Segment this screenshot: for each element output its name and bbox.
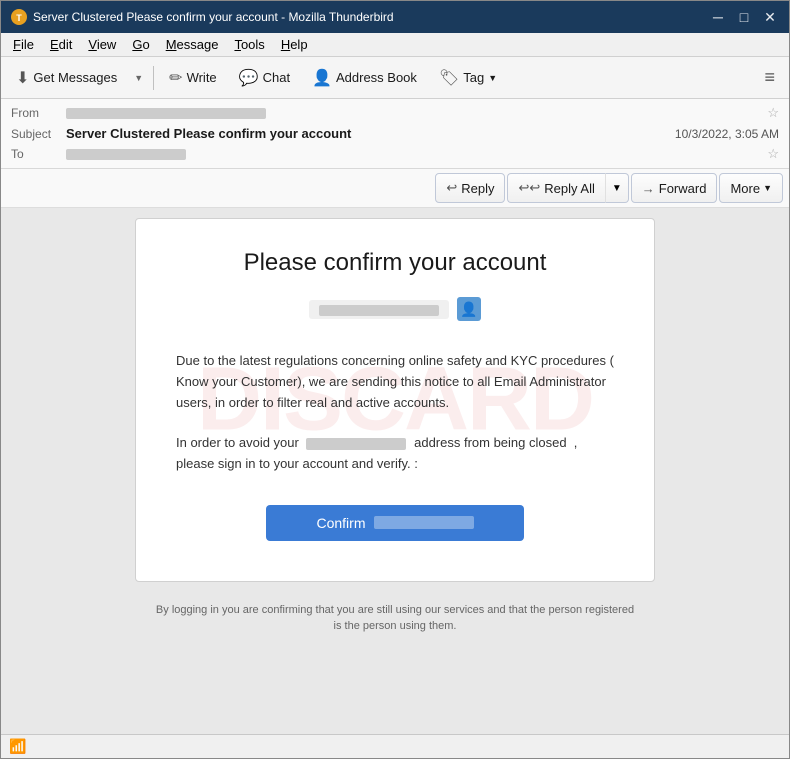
tag-dropdown-icon: ▼: [488, 73, 497, 83]
chat-icon: 💬: [239, 68, 259, 88]
reply-button[interactable]: ↩ Reply: [435, 173, 505, 203]
confirm-button[interactable]: Confirm: [266, 505, 523, 541]
reply-all-group: ↩↩ Reply All ▼: [507, 173, 628, 203]
title-bar-left: T Server Clustered Please confirm your a…: [11, 9, 394, 25]
address-book-icon: 👤: [312, 68, 332, 88]
write-button[interactable]: ✏ Write: [160, 62, 226, 94]
email-card: DISCARD Please confirm your account 👤 Du…: [135, 218, 655, 582]
email-content-area: DISCARD Please confirm your account 👤 Du…: [1, 208, 789, 734]
address-book-button[interactable]: 👤 Address Book: [303, 62, 426, 94]
app-icon: T: [11, 9, 27, 25]
to-label: To: [11, 147, 66, 161]
reply-icon: ↩: [446, 180, 457, 196]
avatar-icon: 👤: [457, 297, 481, 321]
card-title: Please confirm your account: [176, 249, 614, 277]
menu-message[interactable]: Message: [158, 35, 227, 54]
get-messages-icon: ⬇: [16, 68, 29, 88]
forward-icon: →: [642, 181, 655, 196]
body-text-1: Due to the latest regulations concerning…: [176, 351, 614, 413]
svg-text:T: T: [16, 13, 22, 23]
body-text-2-redacted: [306, 438, 406, 450]
tag-icon: 🏷: [439, 68, 459, 88]
from-redacted: [66, 108, 266, 119]
menu-tools[interactable]: Tools: [226, 35, 272, 54]
window-title: Server Clustered Please confirm your acc…: [33, 10, 394, 24]
to-row: To ☆: [11, 144, 779, 164]
address-book-label: Address Book: [336, 70, 417, 85]
to-value: [66, 147, 763, 161]
more-button[interactable]: More ▼: [719, 173, 783, 203]
window-controls: ─ □ ✕: [709, 8, 779, 26]
body-text-2-before: In order to avoid your: [176, 435, 299, 450]
forward-button[interactable]: → Forward: [631, 173, 718, 203]
subject-row: Subject Server Clustered Please confirm …: [11, 123, 779, 144]
card-email-placeholder: [309, 300, 449, 319]
email-redacted: [319, 305, 439, 316]
title-bar: T Server Clustered Please confirm your a…: [1, 1, 789, 33]
more-label: More: [730, 181, 760, 196]
close-button[interactable]: ✕: [761, 8, 779, 26]
chat-label: Chat: [263, 70, 290, 85]
reply-all-label: Reply All: [544, 181, 595, 196]
reply-all-button[interactable]: ↩↩ Reply All: [507, 173, 604, 203]
email-header: From ☆ Subject Server Clustered Please c…: [1, 99, 789, 169]
tag-button[interactable]: 🏷 Tag ▼: [430, 62, 506, 94]
card-email-row: 👤: [176, 297, 614, 321]
confirm-redacted: [374, 516, 474, 529]
menu-edit[interactable]: Edit: [42, 35, 80, 54]
reply-label: Reply: [461, 181, 494, 196]
hamburger-menu-icon[interactable]: ≡: [756, 63, 783, 92]
status-bar: 📶: [1, 734, 789, 758]
write-icon: ✏: [169, 68, 182, 88]
menu-file[interactable]: File: [5, 35, 42, 54]
footer-text: By logging in you are confirming that yo…: [135, 592, 655, 645]
confirm-btn-row: Confirm: [176, 505, 614, 541]
menu-bar: File Edit View Go Message Tools Help: [1, 33, 789, 57]
to-star-icon[interactable]: ☆: [767, 146, 779, 162]
from-star-icon[interactable]: ☆: [767, 105, 779, 121]
get-messages-button[interactable]: ⬇ Get Messages: [7, 62, 126, 94]
toolbar: ⬇ Get Messages ▼ ✏ Write 💬 Chat 👤 Addres…: [1, 57, 789, 99]
more-dropdown-icon: ▼: [763, 183, 772, 193]
to-redacted: [66, 149, 186, 160]
reply-all-icon: ↩↩: [518, 180, 540, 196]
wifi-icon: 📶: [9, 738, 26, 755]
app-window: T Server Clustered Please confirm your a…: [0, 0, 790, 759]
from-row: From ☆: [11, 103, 779, 123]
get-messages-label: Get Messages: [33, 70, 117, 85]
forward-label: Forward: [659, 181, 707, 196]
menu-go[interactable]: Go: [124, 35, 157, 54]
menu-help[interactable]: Help: [273, 35, 316, 54]
email-card-content: Please confirm your account 👤 Due to the…: [176, 249, 614, 541]
from-value: [66, 106, 763, 120]
chat-button[interactable]: 💬 Chat: [230, 62, 299, 94]
toolbar-separator-1: [153, 66, 154, 90]
write-label: Write: [187, 70, 217, 85]
reply-all-dropdown-button[interactable]: ▼: [605, 173, 629, 203]
menu-view[interactable]: View: [80, 35, 124, 54]
email-date: 10/3/2022, 3:05 AM: [675, 127, 779, 141]
minimize-button[interactable]: ─: [709, 8, 727, 26]
subject-label: Subject: [11, 127, 66, 141]
get-messages-dropdown[interactable]: ▼: [130, 68, 147, 88]
subject-value: Server Clustered Please confirm your acc…: [66, 126, 675, 141]
confirm-label: Confirm: [316, 515, 365, 531]
from-label: From: [11, 106, 66, 120]
maximize-button[interactable]: □: [735, 8, 753, 26]
body-text-2: In order to avoid your address from bein…: [176, 433, 614, 475]
action-row: ↩ Reply ↩↩ Reply All ▼ → Forward More ▼: [1, 169, 789, 208]
tag-label: Tag: [463, 70, 484, 85]
